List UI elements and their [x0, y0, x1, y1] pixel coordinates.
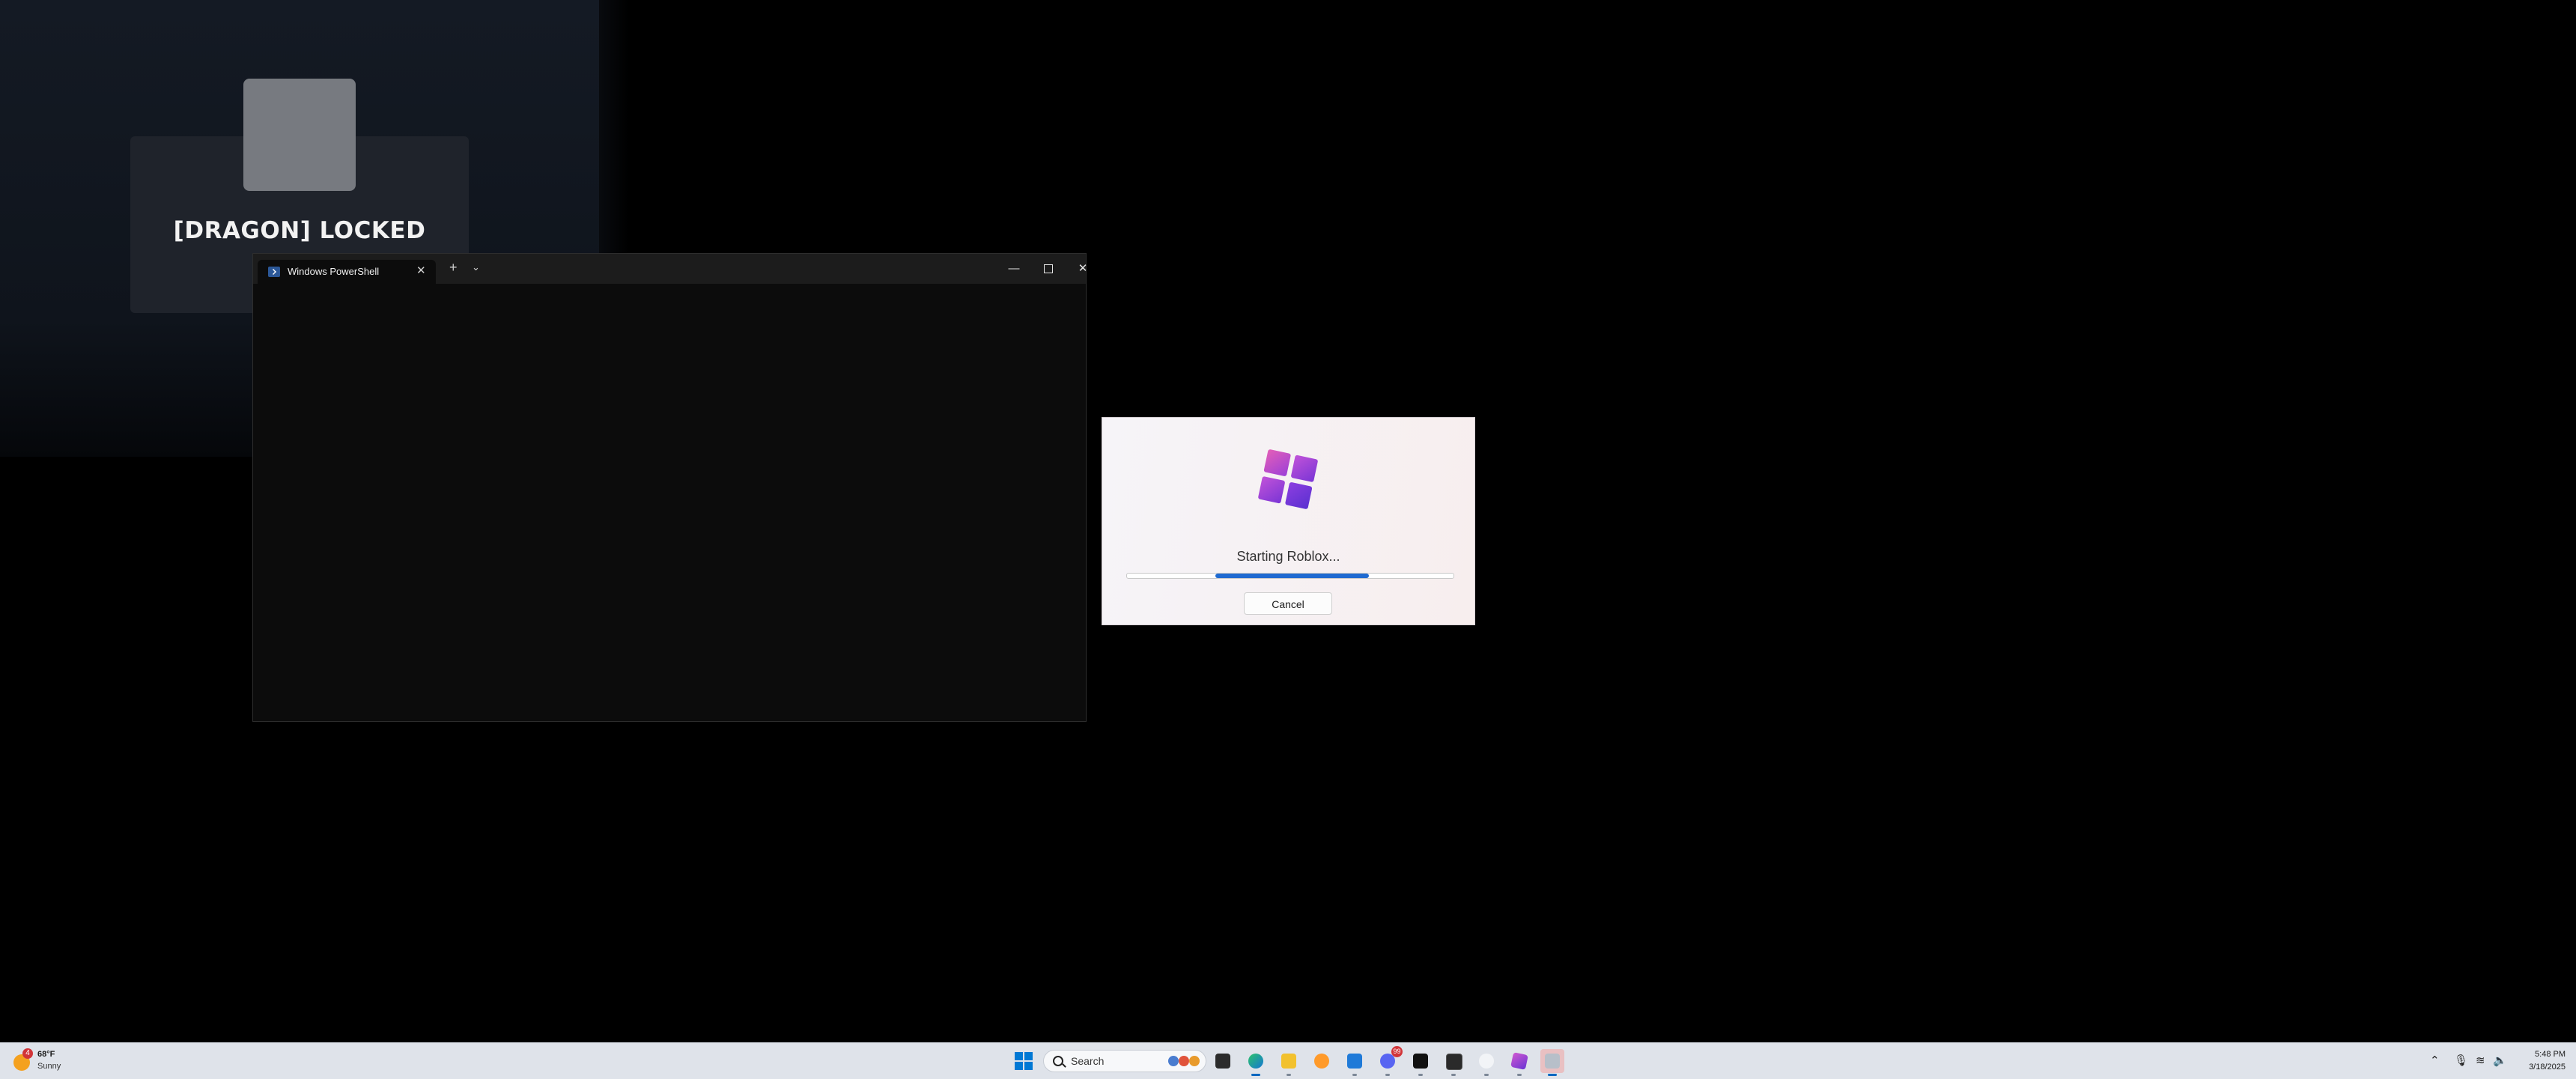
roblox-logo-icon: [1258, 449, 1318, 509]
file-explorer-icon[interactable]: [1277, 1049, 1301, 1076]
search-icon: [1053, 1056, 1063, 1066]
wifi-icon[interactable]: ≋: [2476, 1054, 2485, 1067]
microphone-icon[interactable]: 🎙: [2454, 1054, 2468, 1067]
windows-logo-icon: [1015, 1052, 1023, 1060]
weather-condition: Sunny: [37, 1062, 61, 1071]
chevron-up-icon[interactable]: ⌃: [2430, 1054, 2440, 1067]
capcut-icon[interactable]: [1409, 1049, 1433, 1076]
powershell-icon: [268, 267, 280, 277]
cancel-button[interactable]: Cancel: [1244, 592, 1332, 615]
roblox-installer-icon[interactable]: [1540, 1049, 1564, 1076]
discord-badge: 99: [1391, 1046, 1403, 1057]
powershell-window[interactable]: Windows PowerShell ✕ + ⌄ — ✕: [252, 253, 1087, 722]
weather-badge: 4: [22, 1048, 33, 1059]
progress-bar: [1126, 573, 1454, 579]
discord-icon[interactable]: 99: [1376, 1046, 1403, 1076]
weather-widget[interactable]: 4 68°F Sunny: [12, 1047, 102, 1075]
tab-windows-powershell[interactable]: Windows PowerShell ✕: [258, 260, 436, 284]
chevron-down-icon[interactable]: ⌄: [472, 261, 480, 273]
close-window-button[interactable]: ✕: [1068, 258, 1098, 279]
minimize-icon: —: [1008, 262, 1020, 275]
avatar-placeholder: [243, 79, 356, 191]
task-view-icon[interactable]: [1211, 1049, 1235, 1073]
close-icon[interactable]: ✕: [416, 264, 426, 277]
lock-status-text: [DRAGON] LOCKED: [173, 217, 426, 244]
minimize-button[interactable]: —: [999, 258, 1029, 279]
plus-icon[interactable]: +: [449, 260, 458, 276]
edge-icon[interactable]: [1244, 1049, 1268, 1076]
search-placeholder: Search: [1071, 1055, 1105, 1067]
search-highlight-icon: [1168, 1054, 1203, 1068]
weather-temp: 68°F: [37, 1050, 55, 1059]
terminal-icon[interactable]: [1442, 1049, 1465, 1076]
roblox-launcher-dialog: Starting Roblox... Cancel: [1102, 417, 1475, 625]
taskbar: 4 68°F Sunny Search 99 ⌃ 🎙 ≋ 🔈 5:48 PM 3…: [0, 1042, 2576, 1079]
browser-icon[interactable]: [1310, 1049, 1334, 1073]
clock[interactable]: 5:48 PM 3/18/2025: [2501, 1048, 2566, 1074]
tab-title: Windows PowerShell: [288, 266, 380, 277]
search-box[interactable]: Search: [1043, 1050, 1206, 1072]
close-icon: ✕: [1078, 262, 1088, 275]
terminal-content[interactable]: [253, 284, 1086, 721]
status-text: Starting Roblox...: [1236, 549, 1340, 564]
roblox-icon[interactable]: [1507, 1049, 1531, 1076]
clock-time: 5:48 PM: [2535, 1050, 2566, 1059]
progress-fill: [1215, 574, 1369, 578]
cloud-icon[interactable]: [1474, 1049, 1498, 1076]
maximize-button[interactable]: [1033, 258, 1063, 279]
start-button[interactable]: [1015, 1052, 1033, 1070]
photos-icon[interactable]: [1343, 1049, 1367, 1076]
clock-date: 3/18/2025: [2529, 1063, 2566, 1072]
terminal-titlebar[interactable]: Windows PowerShell ✕ + ⌄ — ✕: [253, 254, 1087, 284]
maximize-icon: [1044, 264, 1053, 274]
